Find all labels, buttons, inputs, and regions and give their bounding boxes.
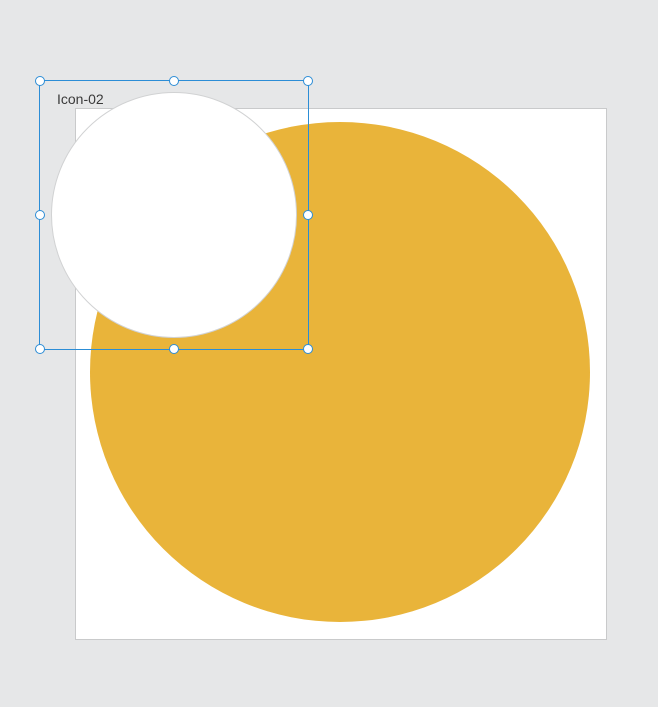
resize-handle-s[interactable] (169, 344, 179, 354)
shape-selected-circle[interactable] (51, 92, 297, 338)
resize-handle-e[interactable] (303, 210, 313, 220)
resize-handle-se[interactable] (303, 344, 313, 354)
selected-layer[interactable]: Icon-02 (39, 80, 309, 350)
resize-handle-nw[interactable] (35, 76, 45, 86)
resize-handle-n[interactable] (169, 76, 179, 86)
selection-layer-label: Icon-02 (57, 92, 104, 106)
resize-handle-sw[interactable] (35, 344, 45, 354)
resize-handle-ne[interactable] (303, 76, 313, 86)
resize-handle-w[interactable] (35, 210, 45, 220)
